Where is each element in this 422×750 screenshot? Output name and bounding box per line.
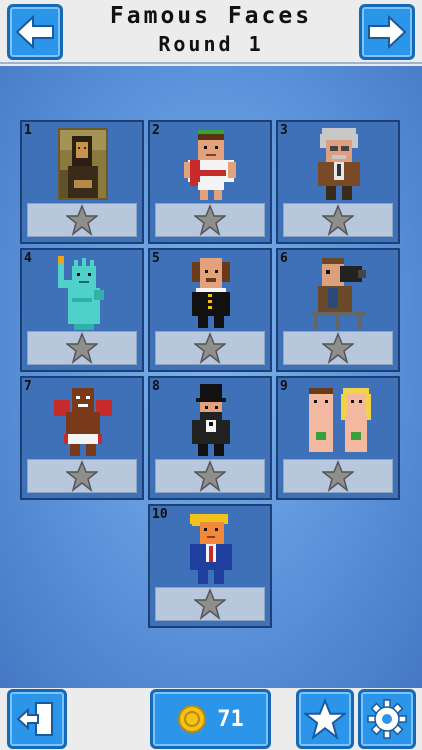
level-number: 4 xyxy=(24,251,32,266)
star-icon xyxy=(66,460,98,492)
header: Famous Faces Round 1 xyxy=(0,0,422,64)
star-icon xyxy=(194,204,226,236)
einstein-icon xyxy=(318,128,360,200)
cameraman-icon xyxy=(312,258,366,330)
star-icon xyxy=(194,588,226,620)
adam-and-eve-icon xyxy=(309,388,371,452)
settings-button[interactable] xyxy=(358,689,416,749)
star-slot xyxy=(155,587,265,621)
star-slot xyxy=(155,459,265,493)
exit-door-icon xyxy=(16,702,53,736)
shakespeare-icon xyxy=(192,258,230,328)
level-board: 1 2 3 4 5 6 7 8 9 10 xyxy=(0,66,422,688)
star-icon xyxy=(322,332,354,364)
level-tile-1[interactable]: 1 xyxy=(20,120,144,244)
level-tile-5[interactable]: 5 xyxy=(148,248,272,372)
star-slot xyxy=(283,203,393,237)
level-number: 5 xyxy=(152,251,160,266)
star-icon xyxy=(194,460,226,492)
level-number: 6 xyxy=(280,251,288,266)
level-tile-4[interactable]: 4 xyxy=(20,248,144,372)
level-number: 10 xyxy=(152,507,168,522)
level-tile-2[interactable]: 2 xyxy=(148,120,272,244)
title-line-1: Famous Faces xyxy=(109,3,313,29)
level-number: 3 xyxy=(280,123,288,138)
level-tile-7[interactable]: 7 xyxy=(20,376,144,500)
gear-icon xyxy=(367,699,407,739)
level-number: 8 xyxy=(152,379,160,394)
page-title: Famous Faces Round 1 xyxy=(70,2,352,58)
mona-lisa-icon xyxy=(58,128,108,200)
star-slot xyxy=(27,459,137,493)
arrow-left-icon xyxy=(15,14,54,50)
level-tile-3[interactable]: 3 xyxy=(276,120,400,244)
coin-count: 71 xyxy=(217,706,244,732)
star-icon xyxy=(66,204,98,236)
coins-button[interactable]: 71 xyxy=(150,689,271,749)
star-slot xyxy=(27,203,137,237)
level-tile-10[interactable]: 10 xyxy=(148,504,272,628)
title-line-2: Round 1 xyxy=(158,32,264,56)
boxer-icon xyxy=(54,388,112,456)
level-tile-6[interactable]: 6 xyxy=(276,248,400,372)
level-number: 2 xyxy=(152,123,160,138)
star-icon xyxy=(322,460,354,492)
level-tile-8[interactable]: 8 xyxy=(148,376,272,500)
level-number: 7 xyxy=(24,379,32,394)
star-slot xyxy=(283,459,393,493)
back-button[interactable] xyxy=(7,4,63,60)
statue-of-liberty-icon xyxy=(58,256,104,330)
star-icon xyxy=(194,332,226,364)
abraham-lincoln-icon xyxy=(192,384,230,456)
star-icon xyxy=(322,204,354,236)
next-button[interactable] xyxy=(359,4,415,60)
coin-icon xyxy=(178,705,207,733)
footer-toolbar: 71 xyxy=(0,688,422,750)
exit-button[interactable] xyxy=(7,689,67,749)
level-number: 1 xyxy=(24,123,32,138)
star-icon xyxy=(304,698,346,740)
star-slot xyxy=(27,331,137,365)
caesar-icon xyxy=(184,130,236,200)
star-icon xyxy=(66,332,98,364)
stars-button[interactable] xyxy=(296,689,354,749)
star-slot xyxy=(155,203,265,237)
donald-trump-icon xyxy=(190,514,232,584)
level-tile-9[interactable]: 9 xyxy=(276,376,400,500)
star-slot xyxy=(283,331,393,365)
star-slot xyxy=(155,331,265,365)
arrow-right-icon xyxy=(368,14,407,50)
